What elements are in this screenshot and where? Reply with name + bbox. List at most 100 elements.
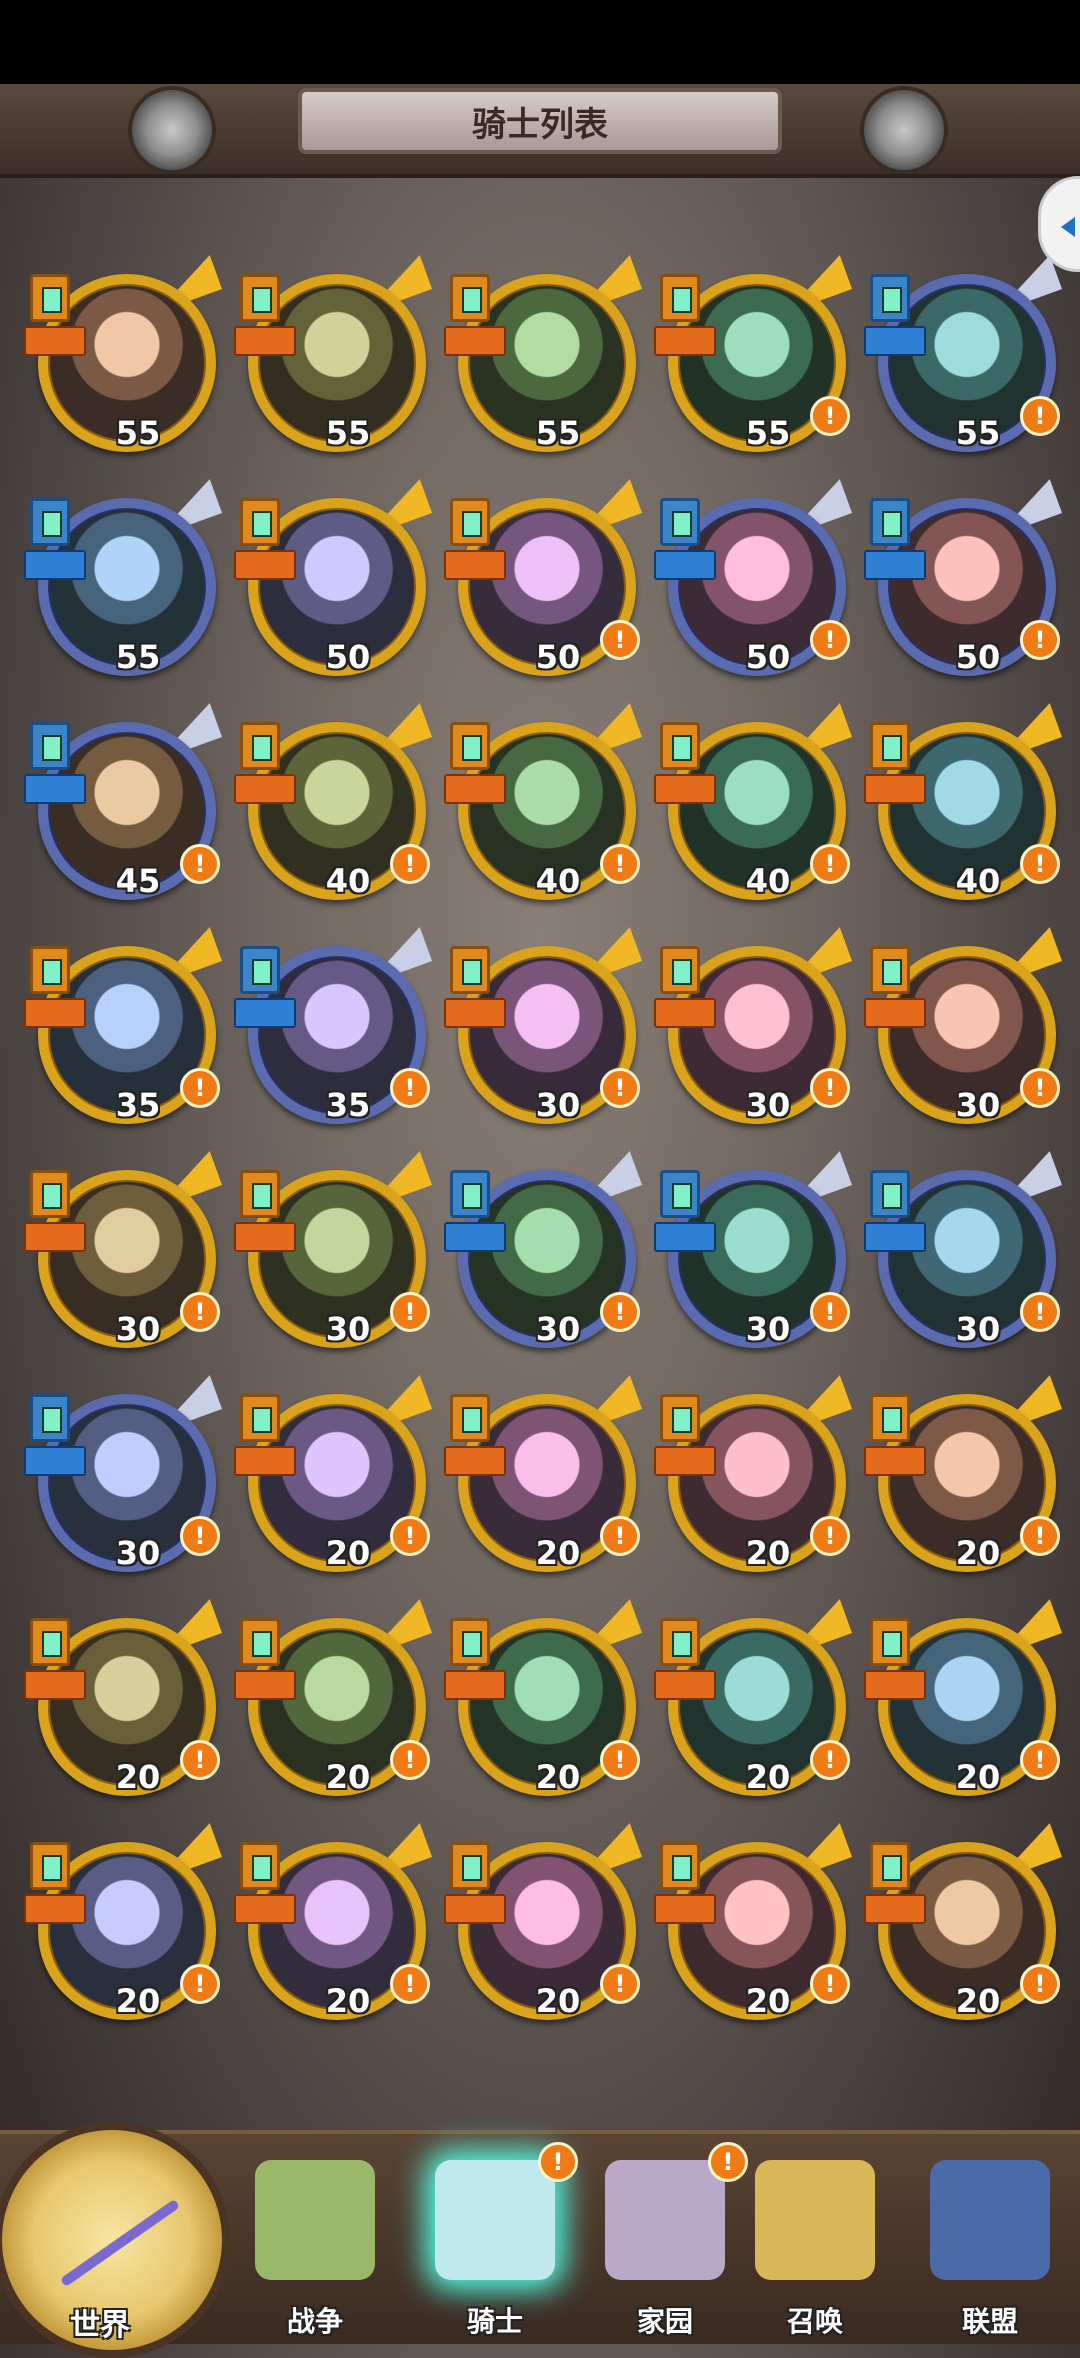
knight-card[interactable]: 20! [24, 1823, 223, 2022]
alert-badge-icon: ! [1020, 1740, 1060, 1780]
knight-card[interactable]: 40! [234, 703, 433, 902]
nav-item-shield[interactable]: 联盟 [915, 2150, 1065, 2340]
class-icon [660, 274, 700, 322]
alert-badge-icon: ! [390, 1740, 430, 1780]
alert-badge-icon: ! [600, 1740, 640, 1780]
role-icon [864, 326, 926, 356]
knight-card[interactable]: 20! [234, 1823, 433, 2022]
role-icon [444, 326, 506, 356]
knight-card[interactable]: 20! [864, 1375, 1063, 1574]
knight-card[interactable]: 20! [444, 1823, 643, 2022]
knight-card[interactable]: 20! [234, 1599, 433, 1798]
alert-badge-icon: ! [180, 1740, 220, 1780]
knight-card[interactable]: 55 [24, 479, 223, 678]
nav-item-knight[interactable]: 骑士! [420, 2142, 578, 2340]
knight-card[interactable]: 30! [444, 927, 643, 1126]
knight-card[interactable]: 20! [444, 1375, 643, 1574]
alert-badge-icon: ! [810, 1516, 850, 1556]
role-icon [864, 1670, 926, 1700]
knight-card[interactable]: 55! [654, 255, 853, 454]
class-icon [660, 498, 700, 546]
status-bar [0, 0, 1080, 84]
knight-card[interactable]: 20! [654, 1823, 853, 2022]
class-icon [450, 1394, 490, 1442]
compass-needle-icon [59, 2198, 181, 2288]
role-icon [444, 998, 506, 1028]
role-icon [444, 1446, 506, 1476]
alert-badge-icon: ! [390, 844, 430, 884]
knight-card[interactable]: 55 [444, 255, 643, 454]
alert-badge-icon: ! [810, 396, 850, 436]
class-icon [660, 722, 700, 770]
class-icon [30, 498, 70, 546]
knight-card[interactable]: 30! [864, 1151, 1063, 1350]
role-icon [864, 774, 926, 804]
knight-card[interactable]: 55 [24, 255, 223, 454]
knight-card[interactable]: 40! [864, 703, 1063, 902]
knight-card[interactable]: 30! [654, 927, 853, 1126]
role-icon [234, 998, 296, 1028]
class-icon [870, 1170, 910, 1218]
knight-card[interactable]: 30! [24, 1375, 223, 1574]
knight-card[interactable]: 40! [444, 703, 643, 902]
nav-item-summon[interactable]: 召唤 [740, 2150, 890, 2340]
map-icon [255, 2160, 375, 2280]
class-icon [450, 1842, 490, 1890]
class-icon [660, 1842, 700, 1890]
knight-card[interactable]: 50! [444, 479, 643, 678]
gauge-icon [860, 86, 948, 174]
class-icon [240, 498, 280, 546]
role-icon [24, 1670, 86, 1700]
class-icon [30, 1618, 70, 1666]
class-icon [30, 946, 70, 994]
role-icon [654, 774, 716, 804]
role-icon [234, 1670, 296, 1700]
knight-card[interactable]: 45! [24, 703, 223, 902]
knight-card[interactable]: 20! [24, 1599, 223, 1798]
knight-card[interactable]: 30! [864, 927, 1063, 1126]
alert-badge-icon: ! [1020, 396, 1060, 436]
class-icon [870, 722, 910, 770]
knight-card[interactable]: 35! [24, 927, 223, 1126]
role-icon [24, 1894, 86, 1924]
class-icon [870, 1394, 910, 1442]
alert-badge-icon: ! [810, 1068, 850, 1108]
role-icon [864, 550, 926, 580]
knight-card[interactable]: 50! [864, 479, 1063, 678]
alert-badge-icon: ! [390, 1964, 430, 2004]
knight-card[interactable]: 20! [864, 1599, 1063, 1798]
knight-card[interactable]: 40! [654, 703, 853, 902]
alert-badge-icon: ! [1020, 1068, 1060, 1108]
summon-icon [755, 2160, 875, 2280]
knight-card[interactable]: 20! [654, 1599, 853, 1798]
knight-card[interactable]: 50! [654, 479, 853, 678]
knight-card[interactable]: 20! [444, 1599, 643, 1798]
alert-badge-icon: ! [1020, 1516, 1060, 1556]
knight-card[interactable]: 55! [864, 255, 1063, 454]
alert-badge-icon: ! [810, 620, 850, 660]
role-icon [654, 1670, 716, 1700]
role-icon [24, 550, 86, 580]
knight-level: 55 [115, 414, 161, 452]
knight-card[interactable]: 20! [654, 1375, 853, 1574]
nav-label: 骑士 [466, 2305, 523, 2338]
nav-item-map[interactable]: 战争 [240, 2150, 390, 2340]
knight-card[interactable]: 55 [234, 255, 433, 454]
knight-card[interactable]: 30! [234, 1151, 433, 1350]
knight-card[interactable]: 35! [234, 927, 433, 1126]
knight-card[interactable]: 30! [654, 1151, 853, 1350]
nav-label: 召唤 [786, 2305, 843, 2338]
alert-badge-icon: ! [1020, 620, 1060, 660]
gear-house-icon [605, 2160, 725, 2280]
knight-card[interactable]: 20! [234, 1375, 433, 1574]
alert-badge-icon: ! [600, 1292, 640, 1332]
knight-card[interactable]: 30! [24, 1151, 223, 1350]
page-title-text: 骑士列表 [472, 104, 608, 145]
nav-item-gear-house[interactable]: 家园! [590, 2142, 748, 2340]
role-icon [24, 998, 86, 1028]
knight-card[interactable]: 30! [444, 1151, 643, 1350]
alert-badge-icon: ! [390, 1516, 430, 1556]
knight-card[interactable]: 50 [234, 479, 433, 678]
nav-label: 战争 [286, 2305, 343, 2338]
knight-card[interactable]: 20! [864, 1823, 1063, 2022]
